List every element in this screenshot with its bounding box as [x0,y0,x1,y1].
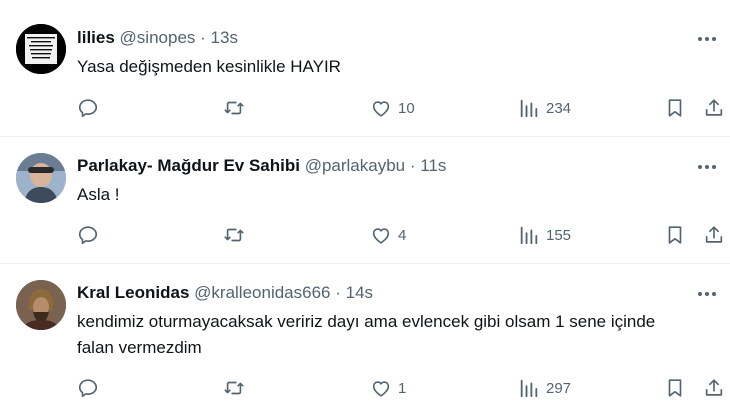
avatar[interactable] [16,280,66,330]
more-button[interactable] [694,29,720,49]
action-bar: 4 155 [0,222,730,248]
bookmark-icon [668,226,682,244]
heart-icon [372,381,390,397]
views-icon [520,226,538,245]
like-count: 1 [398,379,407,397]
like-button[interactable]: 4 [370,222,406,248]
timestamp[interactable]: 14s [346,283,373,302]
bookmark-button[interactable] [664,222,686,248]
heart-icon [372,101,390,117]
tweet-text: Yasa değişmeden kesinlikle HAYIR [77,57,341,76]
separator-dot: · [409,156,416,175]
reply-button[interactable] [77,375,99,401]
views-button[interactable]: 155 [518,222,571,248]
separator-dot: · [200,28,206,47]
avatar[interactable] [16,24,66,74]
like-button[interactable]: 1 [370,375,406,401]
display-name[interactable]: Parlakay- Mağdur Ev Sahibi [77,156,300,175]
reply-icon [78,226,98,245]
more-icon [698,292,716,296]
reply-button[interactable] [77,222,99,248]
more-button[interactable] [694,157,720,177]
timestamp[interactable]: 13s [211,28,238,47]
tweet[interactable]: Parlakay- Mağdur Ev Sahibi @parlakaybu ·… [0,137,730,264]
retweet-icon [224,381,244,395]
reply-button[interactable] [77,95,99,121]
views-icon [520,99,538,118]
retweet-button[interactable] [222,375,246,401]
share-button[interactable] [703,222,725,248]
tweet-header: lilies @sinopes · 13s [77,28,238,48]
views-button[interactable]: 297 [518,375,571,401]
tweet[interactable]: Kral Leonidas @kralleonidas666 · 14s ken… [0,264,730,420]
separator-dot: · [335,283,341,302]
views-button[interactable]: 234 [518,95,571,121]
user-handle[interactable]: @sinopes [120,28,196,47]
reply-icon [78,99,98,118]
display-name[interactable]: Kral Leonidas [77,283,189,302]
reply-icon [78,379,98,398]
tweet-header: Parlakay- Mağdur Ev Sahibi @parlakaybu ·… [77,156,446,176]
avatar[interactable] [16,153,66,203]
bookmark-button[interactable] [664,95,686,121]
user-handle[interactable]: @parlakaybu [305,156,405,175]
bookmark-icon [668,99,682,117]
avatar-image [16,24,66,74]
tweet[interactable]: lilies @sinopes · 13s Yasa değişmeden ke… [0,0,730,137]
action-bar: 10 234 [0,95,730,121]
like-count: 10 [398,99,415,117]
more-button[interactable] [694,284,720,304]
tweet-text: kendimiz oturmayacaksak veririz dayı ama… [77,312,656,357]
bookmark-button[interactable] [664,375,686,401]
view-count: 234 [546,99,572,117]
retweet-button[interactable] [222,222,246,248]
tweet-text: Asla ! [77,185,120,204]
share-button[interactable] [703,375,725,401]
share-icon [705,99,723,116]
action-bar: 1 297 [0,375,730,401]
view-count: 297 [546,379,572,397]
retweet-icon [224,101,244,115]
more-icon [698,165,716,169]
share-button[interactable] [703,95,725,121]
views-icon [520,379,538,398]
display-name[interactable]: lilies [77,28,115,47]
reply-feed: lilies @sinopes · 13s Yasa değişmeden ke… [0,0,730,420]
like-button[interactable]: 10 [370,95,415,121]
avatar-image [16,280,66,330]
more-icon [698,37,716,41]
timestamp[interactable]: 11s [420,156,446,175]
like-count: 4 [398,226,407,244]
retweet-icon [224,228,244,242]
view-count: 155 [546,226,572,244]
share-icon [705,226,723,243]
heart-icon [372,228,390,244]
tweet-header: Kral Leonidas @kralleonidas666 · 14s [77,283,373,303]
bookmark-icon [668,379,682,397]
share-icon [705,379,723,396]
retweet-button[interactable] [222,95,246,121]
avatar-image [16,153,66,203]
user-handle[interactable]: @kralleonidas666 [194,283,330,302]
